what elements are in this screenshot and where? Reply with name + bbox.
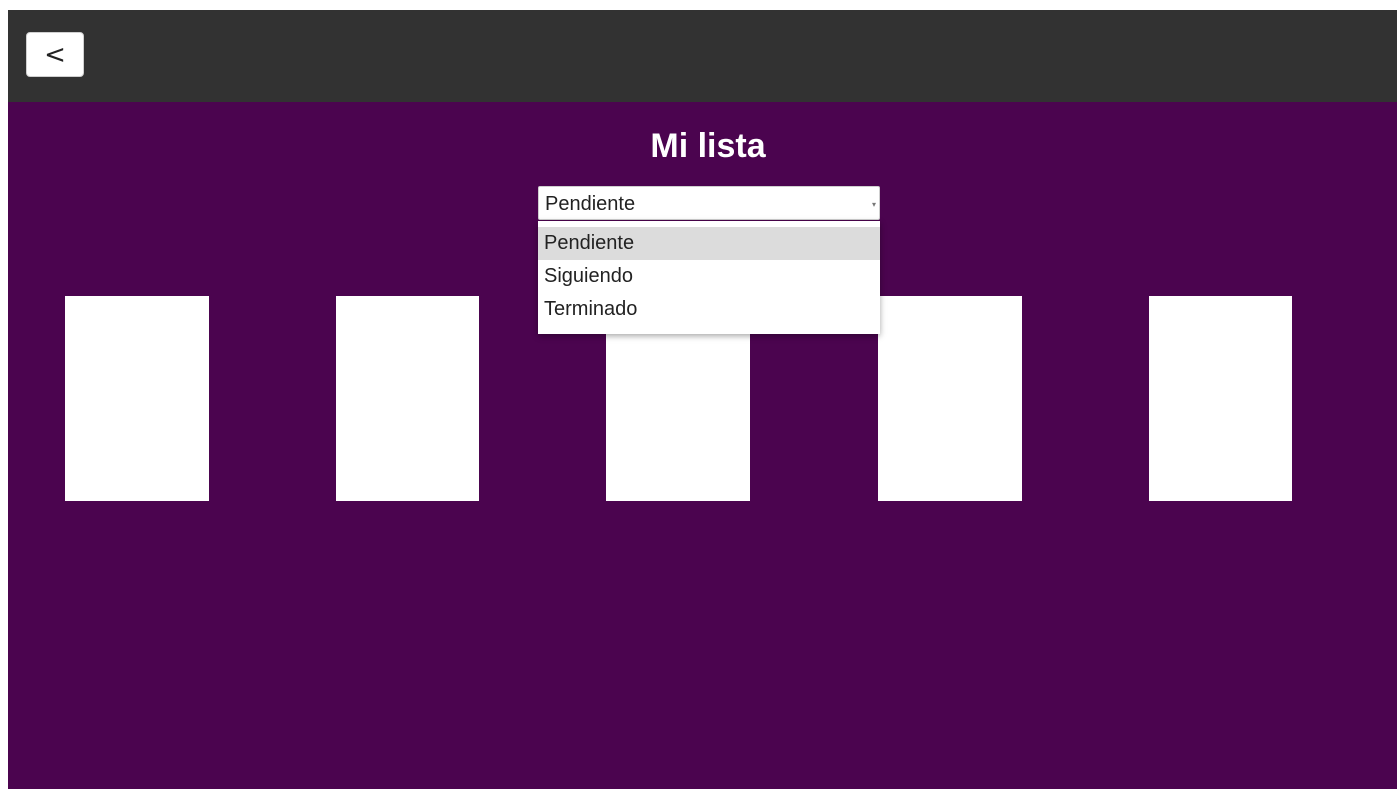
list-card[interactable]: [1149, 296, 1292, 501]
main-content: Mi lista Pendiente ▾ Pendiente Siguiendo…: [8, 102, 1397, 789]
status-select[interactable]: Pendiente ▾: [538, 186, 880, 220]
app-frame: < Mi lista Pendiente ▾ Pendiente Siguien…: [8, 10, 1397, 789]
chevron-down-icon: ▾: [871, 200, 876, 209]
option-terminado[interactable]: Terminado: [538, 293, 880, 326]
option-siguiendo[interactable]: Siguiendo: [538, 260, 880, 293]
status-dropdown-menu: Pendiente Siguiendo Terminado: [538, 221, 880, 334]
option-pendiente[interactable]: Pendiente: [538, 227, 880, 260]
list-card[interactable]: [336, 296, 479, 501]
status-select-value: Pendiente: [545, 193, 636, 215]
page-title: Mi lista: [650, 127, 766, 165]
back-button[interactable]: <: [26, 32, 84, 77]
top-bar: <: [8, 10, 1397, 102]
list-card[interactable]: [65, 296, 209, 501]
list-card[interactable]: [878, 296, 1022, 501]
